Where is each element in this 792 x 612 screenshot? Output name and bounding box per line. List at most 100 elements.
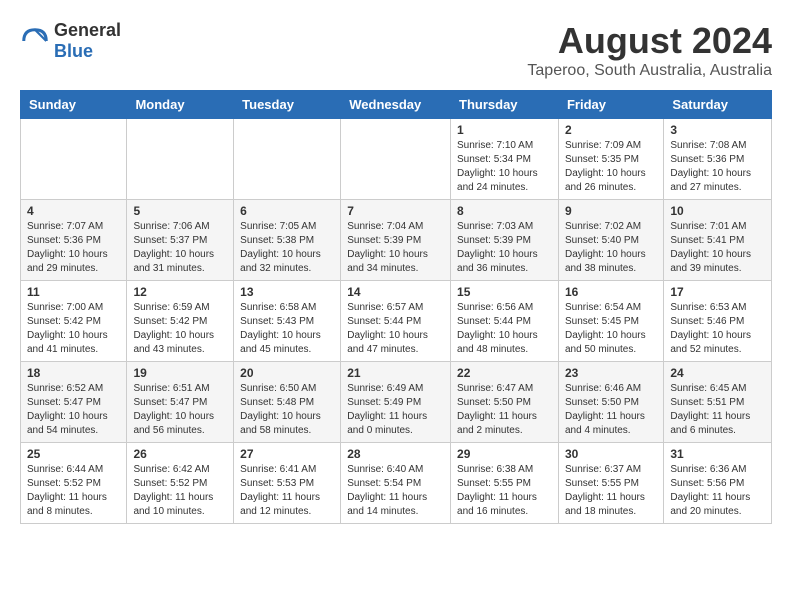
calendar-day-17: 17 Sunrise: 6:53 AM Sunset: 5:46 PM Dayli… <box>664 281 772 362</box>
calendar-day-6: 6Sunrise: 7:05 AM Sunset: 5:38 PM Daylig… <box>234 200 341 281</box>
calendar-empty-cell <box>234 119 341 200</box>
calendar-day-8: 8 Sunrise: 7:03 AM Sunset: 5:39 PM Daylig… <box>451 200 559 281</box>
day-header-wednesday: Wednesday <box>341 91 451 119</box>
logo-text: General Blue <box>54 20 121 62</box>
day-number: 14 <box>347 285 444 299</box>
day-number: 31 <box>670 447 765 461</box>
day-header-sunday: Sunday <box>21 91 127 119</box>
calendar-week-1: 1 Sunrise: 7:10 AM Sunset: 5:34 PM Daylig… <box>21 119 772 200</box>
day-number: 21 <box>347 366 444 380</box>
day-info: Sunrise: 7:00 AM Sunset: 5:42 PM Dayligh… <box>27 301 120 357</box>
calendar-day-24: 24 Sunrise: 6:45 AM Sunset: 5:51 PM Dayli… <box>664 362 772 443</box>
calendar-header-row: SundayMondayTuesdayWednesdayThursdayFrid… <box>21 91 772 119</box>
day-number: 25 <box>27 447 120 461</box>
day-number: 16 <box>565 285 657 299</box>
day-info: Sunrise: 6:40 AM Sunset: 5:54 PM Dayligh… <box>347 463 444 519</box>
day-header-saturday: Saturday <box>664 91 772 119</box>
calendar-day-7: 7 Sunrise: 7:04 AM Sunset: 5:39 PM Daylig… <box>341 200 451 281</box>
day-header-friday: Friday <box>558 91 663 119</box>
calendar-day-16: 16 Sunrise: 6:54 AM Sunset: 5:45 PM Dayli… <box>558 281 663 362</box>
day-number: 4 <box>27 204 120 218</box>
day-info: Sunrise: 6:51 AM Sunset: 5:47 PM Dayligh… <box>133 382 227 438</box>
calendar-week-3: 11Sunrise: 7:00 AM Sunset: 5:42 PM Dayli… <box>21 281 772 362</box>
calendar-day-12: 12Sunrise: 6:59 AM Sunset: 5:42 PM Dayli… <box>127 281 234 362</box>
calendar-day-26: 26Sunrise: 6:42 AM Sunset: 5:52 PM Dayli… <box>127 443 234 524</box>
month-year-title: August 2024 <box>527 20 772 62</box>
day-info: Sunrise: 6:54 AM Sunset: 5:45 PM Dayligh… <box>565 301 657 357</box>
day-info: Sunrise: 7:07 AM Sunset: 5:36 PM Dayligh… <box>27 220 120 276</box>
calendar-day-30: 30 Sunrise: 6:37 AM Sunset: 5:55 PM Dayli… <box>558 443 663 524</box>
calendar-day-14: 14 Sunrise: 6:57 AM Sunset: 5:44 PM Dayli… <box>341 281 451 362</box>
calendar-day-10: 10 Sunrise: 7:01 AM Sunset: 5:41 PM Dayli… <box>664 200 772 281</box>
day-header-thursday: Thursday <box>451 91 559 119</box>
day-info: Sunrise: 7:01 AM Sunset: 5:41 PM Dayligh… <box>670 220 765 276</box>
day-number: 9 <box>565 204 657 218</box>
logo-general: General <box>54 20 121 41</box>
day-info: Sunrise: 6:53 AM Sunset: 5:46 PM Dayligh… <box>670 301 765 357</box>
day-number: 5 <box>133 204 227 218</box>
day-info: Sunrise: 6:41 AM Sunset: 5:53 PM Dayligh… <box>240 463 334 519</box>
day-number: 29 <box>457 447 552 461</box>
day-info: Sunrise: 6:56 AM Sunset: 5:44 PM Dayligh… <box>457 301 552 357</box>
calendar-day-15: 15Sunrise: 6:56 AM Sunset: 5:44 PM Dayli… <box>451 281 559 362</box>
calendar-empty-cell <box>21 119 127 200</box>
day-info: Sunrise: 6:57 AM Sunset: 5:44 PM Dayligh… <box>347 301 444 357</box>
day-info: Sunrise: 6:38 AM Sunset: 5:55 PM Dayligh… <box>457 463 552 519</box>
calendar-day-20: 20 Sunrise: 6:50 AM Sunset: 5:48 PM Dayli… <box>234 362 341 443</box>
calendar-day-18: 18 Sunrise: 6:52 AM Sunset: 5:47 PM Dayli… <box>21 362 127 443</box>
day-number: 27 <box>240 447 334 461</box>
calendar-day-19: 19Sunrise: 6:51 AM Sunset: 5:47 PM Dayli… <box>127 362 234 443</box>
day-info: Sunrise: 6:52 AM Sunset: 5:47 PM Dayligh… <box>27 382 120 438</box>
day-number: 24 <box>670 366 765 380</box>
day-number: 6 <box>240 204 334 218</box>
logo-icon <box>20 26 50 56</box>
day-number: 22 <box>457 366 552 380</box>
day-info: Sunrise: 6:44 AM Sunset: 5:52 PM Dayligh… <box>27 463 120 519</box>
calendar-day-11: 11Sunrise: 7:00 AM Sunset: 5:42 PM Dayli… <box>21 281 127 362</box>
calendar-day-29: 29 Sunrise: 6:38 AM Sunset: 5:55 PM Dayli… <box>451 443 559 524</box>
day-number: 2 <box>565 123 657 137</box>
day-info: Sunrise: 6:59 AM Sunset: 5:42 PM Dayligh… <box>133 301 227 357</box>
day-number: 7 <box>347 204 444 218</box>
day-info: Sunrise: 7:03 AM Sunset: 5:39 PM Dayligh… <box>457 220 552 276</box>
day-info: Sunrise: 6:37 AM Sunset: 5:55 PM Dayligh… <box>565 463 657 519</box>
day-info: Sunrise: 7:08 AM Sunset: 5:36 PM Dayligh… <box>670 139 765 195</box>
calendar-week-5: 25 Sunrise: 6:44 AM Sunset: 5:52 PM Dayli… <box>21 443 772 524</box>
day-number: 30 <box>565 447 657 461</box>
calendar-day-3: 3Sunrise: 7:08 AM Sunset: 5:36 PM Daylig… <box>664 119 772 200</box>
calendar-day-23: 23Sunrise: 6:46 AM Sunset: 5:50 PM Dayli… <box>558 362 663 443</box>
day-number: 23 <box>565 366 657 380</box>
calendar-day-25: 25 Sunrise: 6:44 AM Sunset: 5:52 PM Dayli… <box>21 443 127 524</box>
calendar-day-9: 9Sunrise: 7:02 AM Sunset: 5:40 PM Daylig… <box>558 200 663 281</box>
calendar-day-31: 31Sunrise: 6:36 AM Sunset: 5:56 PM Dayli… <box>664 443 772 524</box>
day-number: 1 <box>457 123 552 137</box>
day-header-tuesday: Tuesday <box>234 91 341 119</box>
day-info: Sunrise: 6:49 AM Sunset: 5:49 PM Dayligh… <box>347 382 444 438</box>
day-number: 18 <box>27 366 120 380</box>
day-info: Sunrise: 7:09 AM Sunset: 5:35 PM Dayligh… <box>565 139 657 195</box>
logo-blue: Blue <box>54 41 121 62</box>
day-number: 17 <box>670 285 765 299</box>
calendar-day-4: 4 Sunrise: 7:07 AM Sunset: 5:36 PM Daylig… <box>21 200 127 281</box>
calendar-day-27: 27 Sunrise: 6:41 AM Sunset: 5:53 PM Dayli… <box>234 443 341 524</box>
day-info: Sunrise: 7:04 AM Sunset: 5:39 PM Dayligh… <box>347 220 444 276</box>
calendar-day-22: 22Sunrise: 6:47 AM Sunset: 5:50 PM Dayli… <box>451 362 559 443</box>
page-header: General Blue August 2024 Taperoo, South … <box>20 20 772 80</box>
day-number: 26 <box>133 447 227 461</box>
calendar-day-13: 13 Sunrise: 6:58 AM Sunset: 5:43 PM Dayli… <box>234 281 341 362</box>
calendar-week-4: 18 Sunrise: 6:52 AM Sunset: 5:47 PM Dayli… <box>21 362 772 443</box>
day-number: 20 <box>240 366 334 380</box>
logo: General Blue <box>20 20 121 62</box>
day-info: Sunrise: 7:10 AM Sunset: 5:34 PM Dayligh… <box>457 139 552 195</box>
day-info: Sunrise: 6:58 AM Sunset: 5:43 PM Dayligh… <box>240 301 334 357</box>
day-number: 8 <box>457 204 552 218</box>
calendar-week-2: 4 Sunrise: 7:07 AM Sunset: 5:36 PM Daylig… <box>21 200 772 281</box>
day-number: 10 <box>670 204 765 218</box>
title-section: August 2024 Taperoo, South Australia, Au… <box>527 20 772 80</box>
calendar-day-2: 2 Sunrise: 7:09 AM Sunset: 5:35 PM Daylig… <box>558 119 663 200</box>
calendar-empty-cell <box>341 119 451 200</box>
day-info: Sunrise: 6:50 AM Sunset: 5:48 PM Dayligh… <box>240 382 334 438</box>
day-number: 13 <box>240 285 334 299</box>
day-header-monday: Monday <box>127 91 234 119</box>
day-info: Sunrise: 6:45 AM Sunset: 5:51 PM Dayligh… <box>670 382 765 438</box>
